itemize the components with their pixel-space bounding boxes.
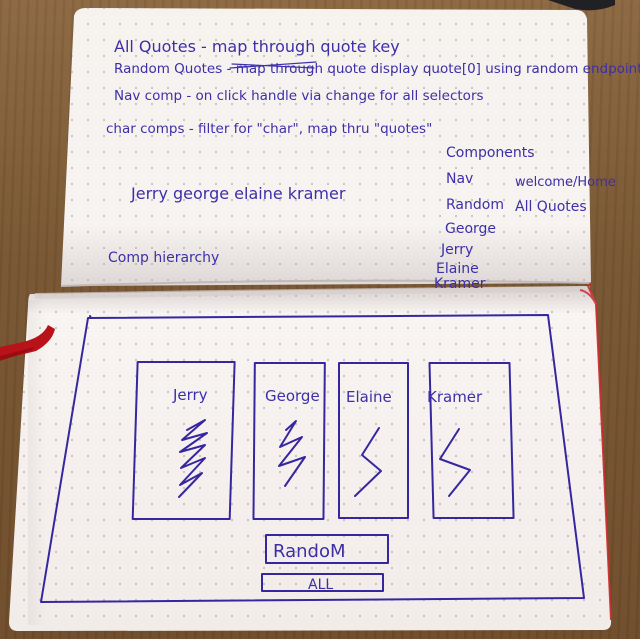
components-heading: Components bbox=[446, 145, 535, 161]
strikethrough-mark-2 bbox=[231, 63, 315, 69]
top-page-notes: All Quotes - map through quote key Rando… bbox=[106, 37, 640, 292]
random-button-label: RandoM bbox=[273, 541, 346, 562]
note-line-4: char comps - filter for "char", map thru… bbox=[106, 121, 432, 137]
hierarchy-line: Comp hierarchy bbox=[108, 250, 219, 266]
card-elaine bbox=[338, 362, 409, 519]
component-item-elaine: Elaine bbox=[436, 261, 479, 277]
notebook-illustration: All Quotes - map through quote key Rando… bbox=[0, 0, 640, 631]
card-jerry bbox=[131, 361, 236, 520]
card-scribble-jerry bbox=[178, 419, 208, 498]
card-label-elaine: Elaine bbox=[346, 388, 392, 406]
wireframe-container bbox=[40, 314, 585, 603]
component-item-random: Random bbox=[446, 197, 504, 213]
note-line-3: Nav comp - on click handle via change fo… bbox=[114, 88, 484, 104]
card-george bbox=[252, 362, 326, 520]
card-label-kramer: Kramer bbox=[427, 388, 483, 406]
random-button[interactable] bbox=[265, 534, 389, 564]
card-scribble-george bbox=[278, 420, 306, 487]
component-item-kramer: Kramer bbox=[434, 276, 486, 292]
all-button[interactable] bbox=[261, 573, 384, 592]
component-detail-nav: welcome/Home bbox=[515, 175, 616, 190]
notebook-body bbox=[9, 8, 612, 631]
notebook-scene: All Quotes - map through quote key Rando… bbox=[0, 0, 640, 639]
component-detail-random: All Quotes bbox=[515, 199, 587, 215]
note-line-2: Random Quotes - map through quote displa… bbox=[114, 61, 640, 77]
component-item-nav: Nav bbox=[446, 171, 473, 187]
strikethrough-mark bbox=[229, 61, 317, 69]
card-kramer bbox=[428, 362, 515, 519]
card-scribble-elaine bbox=[354, 427, 382, 497]
characters-line: Jerry george elaine kramer bbox=[130, 184, 346, 203]
card-label-jerry: Jerry bbox=[172, 386, 208, 404]
ribbon-bookmark bbox=[0, 325, 55, 361]
wireframe-sketch: Jerry George Elaine Kramer RandoM ALL bbox=[40, 314, 585, 603]
component-item-george: George bbox=[445, 221, 496, 237]
all-button-label: ALL bbox=[308, 577, 333, 593]
card-scribble-kramer bbox=[439, 428, 471, 497]
desk-top-shadow bbox=[548, 0, 615, 11]
component-item-jerry: Jerry bbox=[440, 242, 473, 258]
note-line-1: All Quotes - map through quote key bbox=[114, 37, 400, 56]
card-label-george: George bbox=[265, 387, 320, 405]
